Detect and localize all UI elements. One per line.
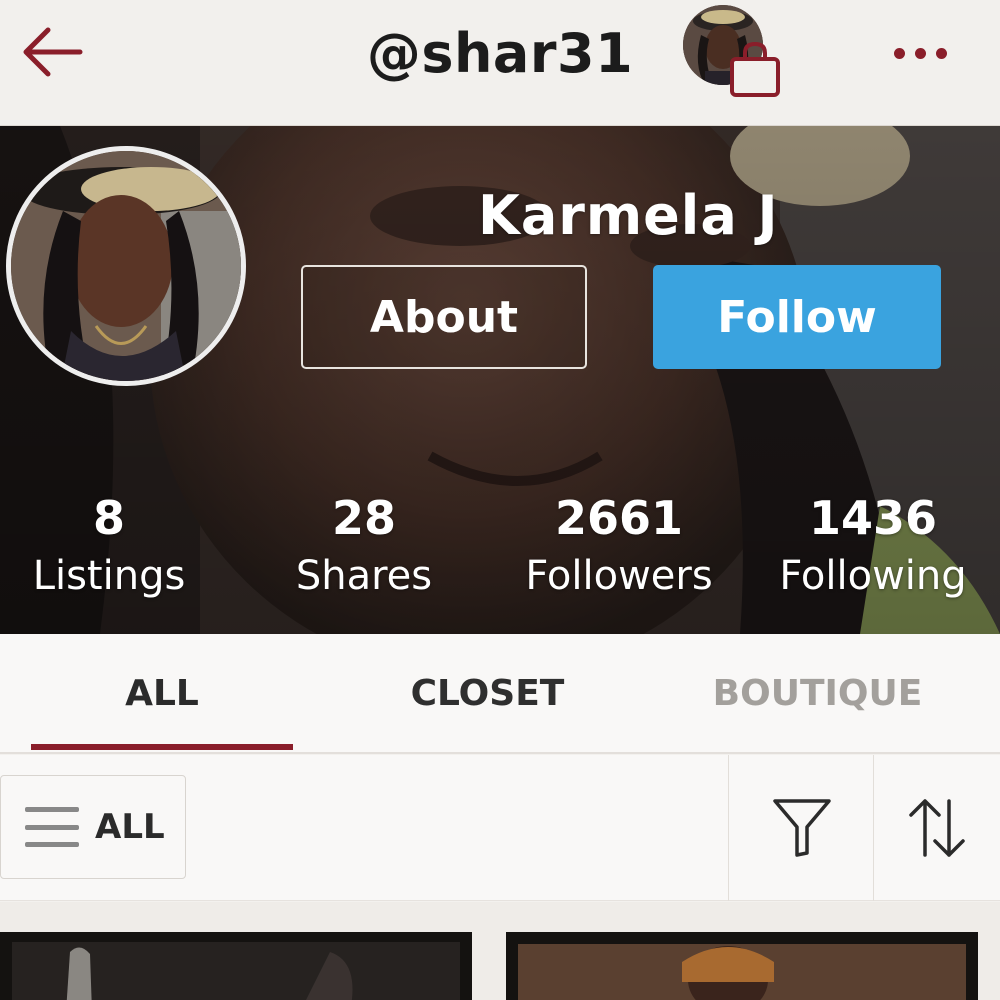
stat-value: 8 (92, 491, 125, 545)
profile-stats: 8 Listings 28 Shares 2661 Followers 1436… (0, 490, 1000, 620)
funnel-icon (772, 799, 831, 857)
stat-value: 2661 (554, 491, 684, 545)
display-name: Karmela J (478, 184, 779, 247)
sort-button[interactable] (874, 755, 1000, 901)
more-options-button[interactable] (880, 30, 960, 76)
top-nav-bar: @shar31 (0, 0, 1000, 126)
tab-boutique[interactable]: BOUTIQUE (685, 634, 950, 752)
listing-card[interactable] (506, 932, 978, 1000)
my-closet-button[interactable] (683, 5, 803, 100)
back-arrow-icon (23, 27, 83, 77)
page-title: @shar31 (366, 22, 634, 85)
stat-label: Followers (525, 553, 713, 599)
stat-value: 1436 (808, 491, 938, 545)
listing-card[interactable] (0, 932, 472, 1000)
stat-value: 28 (331, 491, 396, 545)
divider (728, 755, 729, 901)
sort-arrows-icon (909, 799, 965, 857)
profile-cover: Karmela J About Follow 8 Listings 28 Sha… (0, 126, 1000, 634)
back-button[interactable] (16, 22, 88, 82)
listings-grid (0, 902, 1000, 1000)
stat-shares[interactable]: 28 Shares (239, 490, 489, 606)
stat-label: Shares (295, 553, 433, 599)
category-filter-button[interactable]: ALL (0, 775, 186, 879)
stat-listings[interactable]: 8 Listings (0, 490, 234, 606)
closet-tabs: ALL CLOSET BOUTIQUE (0, 634, 1000, 754)
filter-bar: ALL (0, 755, 1000, 901)
tab-closet[interactable]: CLOSET (355, 634, 620, 752)
shopping-bag-icon (730, 41, 780, 97)
active-tab-indicator (31, 744, 293, 750)
stat-followers[interactable]: 2661 Followers (494, 490, 744, 606)
filter-button[interactable] (730, 755, 873, 901)
about-button[interactable]: About (301, 265, 587, 369)
stat-following[interactable]: 1436 Following (748, 490, 998, 606)
tab-all[interactable]: ALL (31, 634, 293, 752)
stat-label: Following (779, 553, 967, 599)
follow-button[interactable]: Follow (653, 265, 941, 369)
stat-label: Listings (32, 553, 186, 599)
more-dots-icon (893, 47, 947, 59)
profile-picture[interactable] (6, 146, 246, 386)
menu-lines-icon (25, 807, 79, 847)
category-filter-label: ALL (95, 807, 165, 847)
